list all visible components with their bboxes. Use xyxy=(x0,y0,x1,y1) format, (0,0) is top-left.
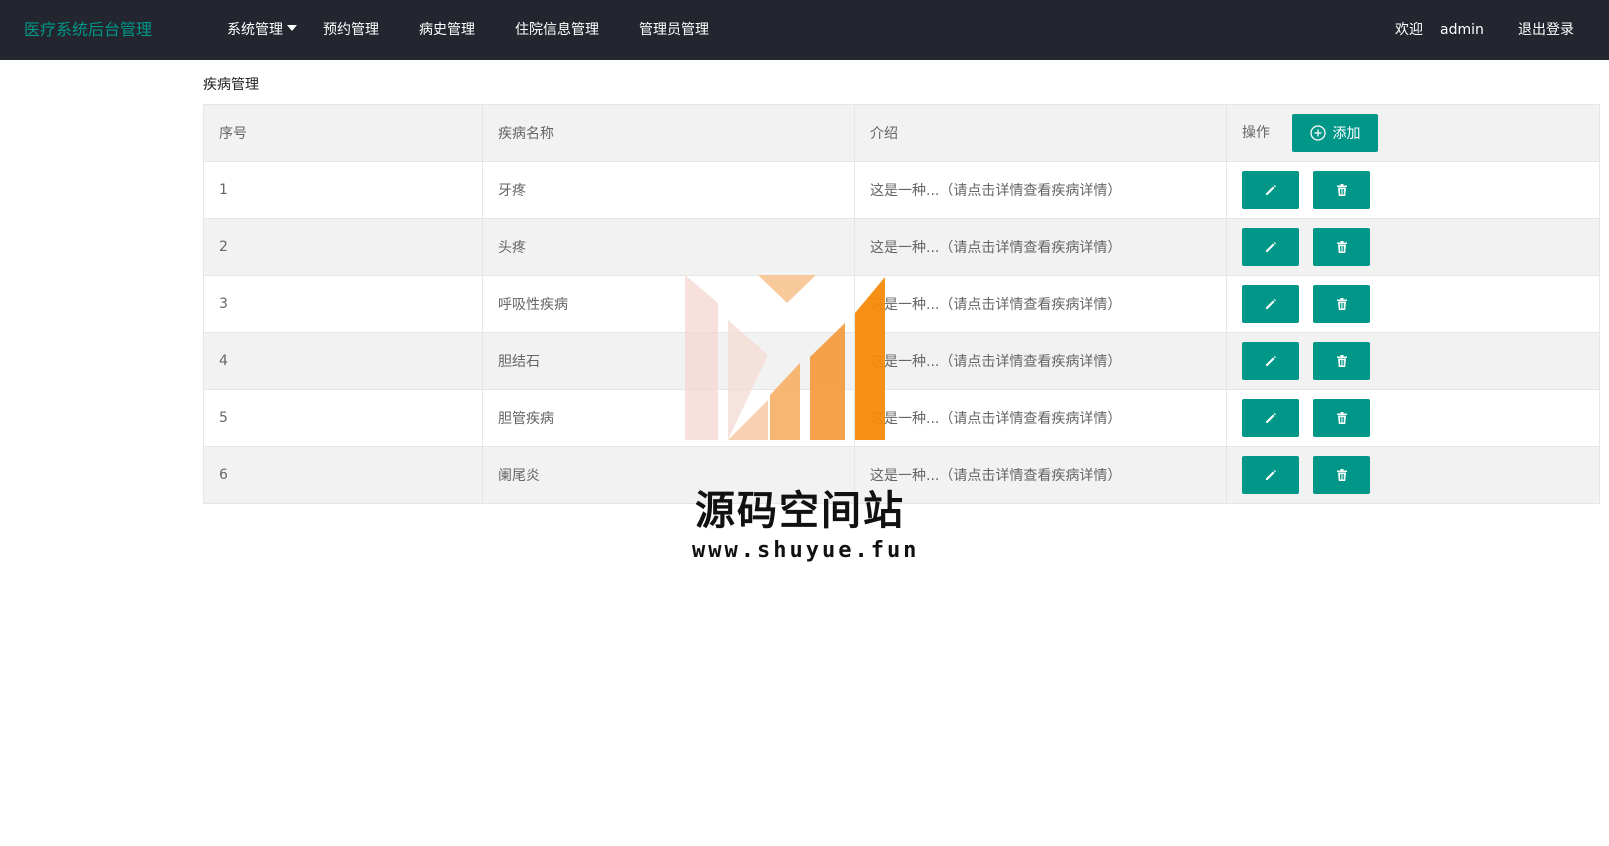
nav-label: 系统管理 xyxy=(227,22,283,38)
cell-actions xyxy=(1226,332,1600,390)
cell-id: 5 xyxy=(203,389,483,447)
delete-button[interactable] xyxy=(1313,342,1370,380)
edit-button[interactable] xyxy=(1242,399,1299,437)
caret-down-icon xyxy=(287,25,297,31)
column-header-name: 疾病名称 xyxy=(482,104,855,162)
add-button[interactable]: 添加 xyxy=(1292,114,1379,152)
edit-button[interactable] xyxy=(1242,171,1299,209)
cell-intro: 这是一种...（请点击详情查看疾病详情） xyxy=(854,389,1227,447)
add-button-label: 添加 xyxy=(1332,125,1361,141)
cell-id: 4 xyxy=(203,332,483,390)
cell-name: 胆结石 xyxy=(482,332,855,390)
cell-actions xyxy=(1226,275,1600,333)
pencil-icon xyxy=(1264,411,1278,425)
pencil-icon xyxy=(1264,468,1278,482)
disease-table-container: 序号 疾病名称 介绍 操作 添加 1 牙疼 这是一种...（请点击详情查看疾病详… xyxy=(203,104,1600,504)
table-header-row: 序号 疾病名称 介绍 操作 添加 xyxy=(203,104,1600,162)
pencil-icon xyxy=(1264,240,1278,254)
trash-icon xyxy=(1335,468,1349,482)
delete-button[interactable] xyxy=(1313,171,1370,209)
table-row: 3 呼吸性疾病 这是一种...（请点击详情查看疾病详情） xyxy=(203,275,1600,333)
top-header: 医疗系统后台管理 系统管理 预约管理 病史管理 住院信息管理 管理员管理 欢迎 … xyxy=(0,0,1609,60)
username[interactable]: admin xyxy=(1440,0,1484,60)
cell-intro: 这是一种...（请点击详情查看疾病详情） xyxy=(854,161,1227,219)
cell-id: 2 xyxy=(203,218,483,276)
table-row: 2 头疼 这是一种...（请点击详情查看疾病详情） xyxy=(203,218,1600,276)
pencil-icon xyxy=(1264,297,1278,311)
table-body: 1 牙疼 这是一种...（请点击详情查看疾病详情） 2 头疼 这是一种...（请点击详情查… xyxy=(203,161,1600,504)
delete-button[interactable] xyxy=(1313,399,1370,437)
disease-table: 序号 疾病名称 介绍 操作 添加 1 牙疼 这是一种...（请点击详情查看疾病详… xyxy=(203,104,1600,504)
cell-intro: 这是一种...（请点击详情查看疾病详情） xyxy=(854,218,1227,276)
app-logo[interactable]: 医疗系统后台管理 xyxy=(24,0,152,60)
cell-intro: 这是一种...（请点击详情查看疾病详情） xyxy=(854,275,1227,333)
table-row: 5 胆管疾病 这是一种...（请点击详情查看疾病详情） xyxy=(203,389,1600,447)
cell-actions xyxy=(1226,446,1600,504)
delete-button[interactable] xyxy=(1313,285,1370,323)
edit-button[interactable] xyxy=(1242,285,1299,323)
cell-actions xyxy=(1226,161,1600,219)
welcome-text: 欢迎 xyxy=(1395,22,1423,38)
delete-button[interactable] xyxy=(1313,228,1370,266)
cell-name: 牙疼 xyxy=(482,161,855,219)
cell-name: 头疼 xyxy=(482,218,855,276)
delete-button[interactable] xyxy=(1313,456,1370,494)
edit-button[interactable] xyxy=(1242,342,1299,380)
cell-actions xyxy=(1226,218,1600,276)
logout-link[interactable]: 退出登录 xyxy=(1518,0,1574,60)
trash-icon xyxy=(1335,240,1349,254)
column-header-intro: 介绍 xyxy=(854,104,1227,162)
cell-name: 胆管疾病 xyxy=(482,389,855,447)
cell-id: 6 xyxy=(203,446,483,504)
cell-name: 呼吸性疾病 xyxy=(482,275,855,333)
cell-id: 1 xyxy=(203,161,483,219)
trash-icon xyxy=(1335,411,1349,425)
column-header-actions: 操作 添加 xyxy=(1226,104,1600,162)
cell-id: 3 xyxy=(203,275,483,333)
cell-actions xyxy=(1226,389,1600,447)
nav-system-management[interactable]: 系统管理 xyxy=(227,0,297,60)
nav-admin-management[interactable]: 管理员管理 xyxy=(639,0,709,60)
edit-button[interactable] xyxy=(1242,228,1299,266)
pencil-icon xyxy=(1264,183,1278,197)
trash-icon xyxy=(1335,297,1349,311)
pencil-icon xyxy=(1264,354,1278,368)
table-row: 4 胆结石 这是一种...（请点击详情查看疾病详情） xyxy=(203,332,1600,390)
nav-appointment-management[interactable]: 预约管理 xyxy=(323,0,379,60)
cell-intro: 这是一种...（请点击详情查看疾病详情） xyxy=(854,332,1227,390)
table-row: 1 牙疼 这是一种...（请点击详情查看疾病详情） xyxy=(203,161,1600,219)
nav-history-management[interactable]: 病史管理 xyxy=(419,0,475,60)
page-title: 疾病管理 xyxy=(203,77,259,93)
column-header-id: 序号 xyxy=(203,104,483,162)
watermark-title: 源码空间站 xyxy=(695,488,905,534)
trash-icon xyxy=(1335,183,1349,197)
watermark-url: www.shuyue.fun xyxy=(692,538,920,563)
edit-button[interactable] xyxy=(1242,456,1299,494)
trash-icon xyxy=(1335,354,1349,368)
nav-hospitalization-management[interactable]: 住院信息管理 xyxy=(515,0,599,60)
plus-circle-icon xyxy=(1310,125,1327,141)
actions-label: 操作 xyxy=(1242,125,1270,141)
